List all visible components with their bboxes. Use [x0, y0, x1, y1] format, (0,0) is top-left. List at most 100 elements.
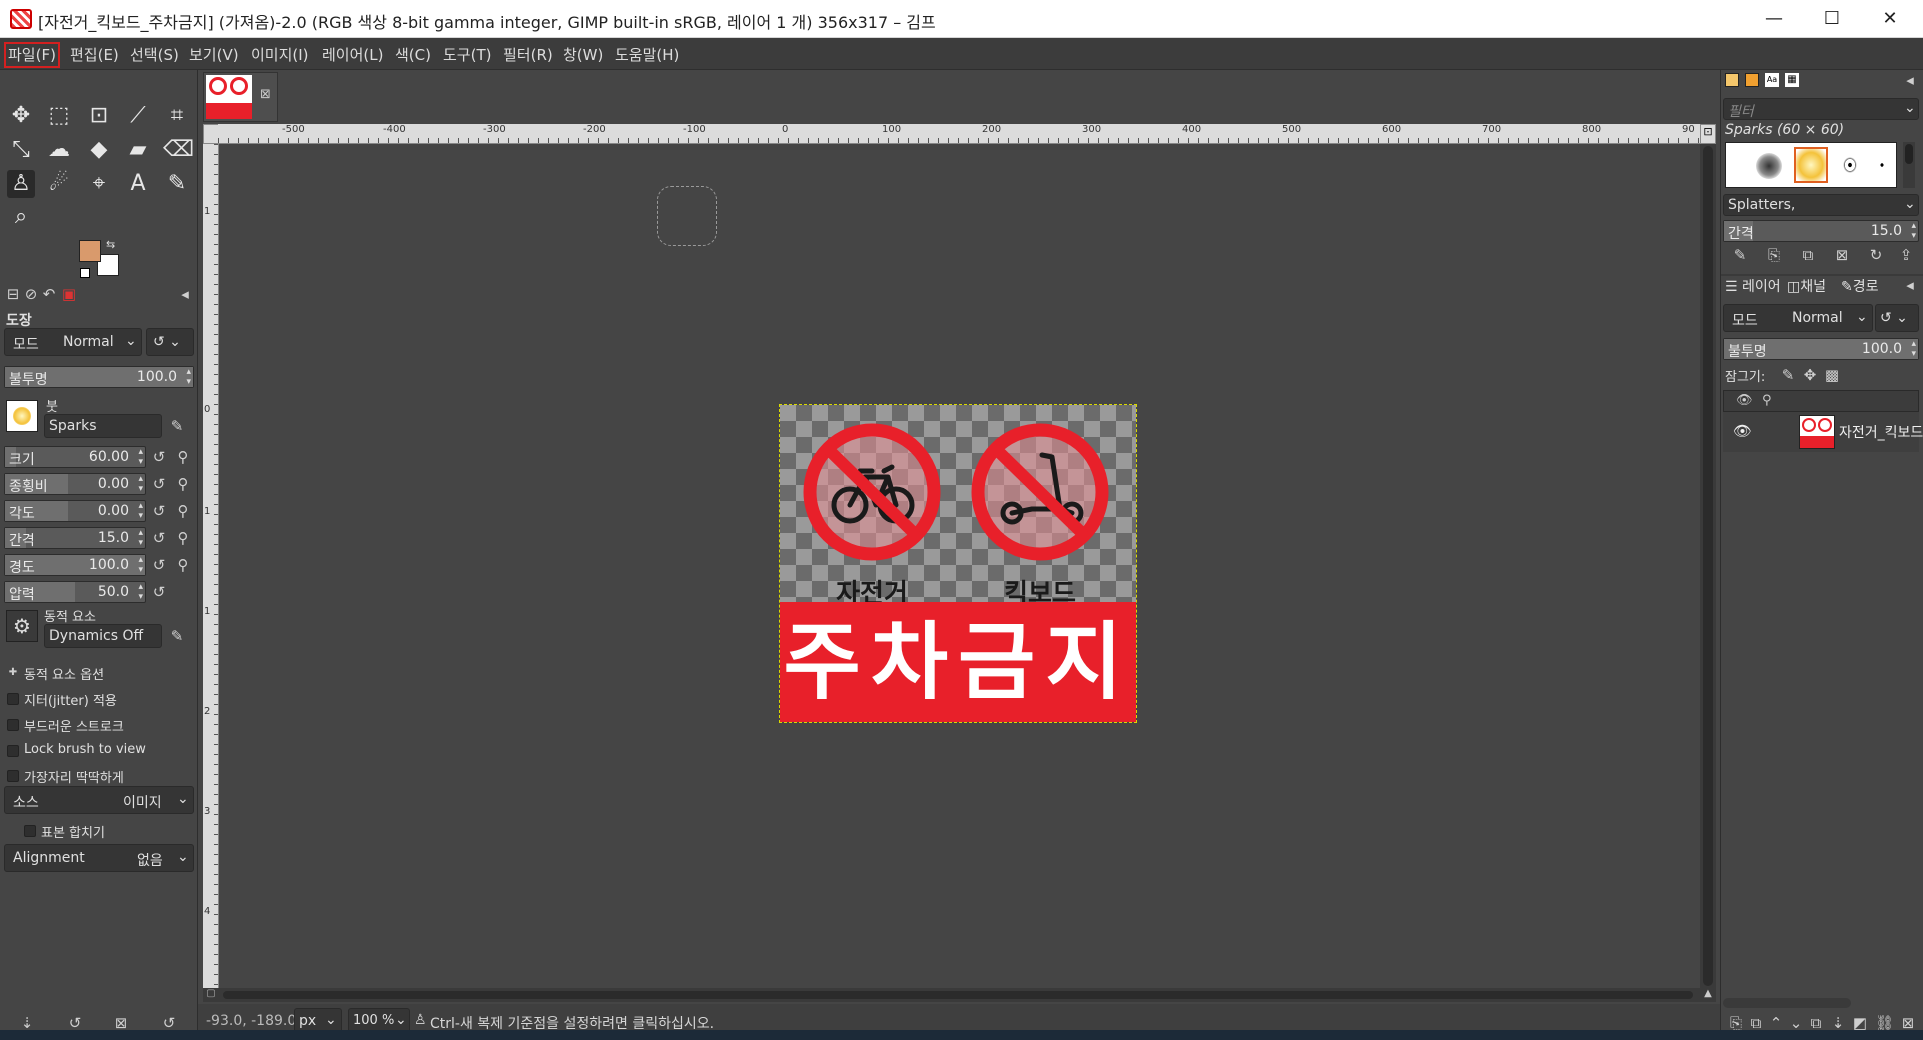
transform-icon[interactable]: ⤡ [7, 136, 35, 164]
measure-icon[interactable]: ⌖ [85, 170, 113, 198]
layer-mode-select[interactable]: 모드 Normal ⌄ [1723, 304, 1873, 332]
bucket-fill-icon[interactable]: ◆ [85, 136, 113, 164]
menu-file[interactable]: 파일(F) [4, 42, 60, 68]
layer-mode-reset-button[interactable]: ↺ ⌄ [1875, 304, 1919, 332]
close-button[interactable]: ✕ [1861, 0, 1919, 38]
menu-tools[interactable]: 도구(T) [441, 44, 493, 66]
tool-options-tab-icon[interactable]: ⊟ [4, 285, 22, 303]
edit-brush-icon[interactable]: ✎ [168, 417, 186, 435]
close-tab-icon[interactable]: ⊠ [260, 87, 271, 102]
eye-icon[interactable]: 👁 [1733, 422, 1752, 440]
horizontal-scrollbar[interactable] [219, 988, 1700, 1002]
eraser-icon[interactable]: ⌫ [163, 136, 194, 164]
patterns-tab-icon[interactable] [1745, 73, 1759, 87]
dock-menu-icon[interactable]: ◂ [1901, 71, 1919, 89]
reset-size-icon[interactable]: ↺ [150, 448, 168, 466]
quick-mask-icon[interactable]: ▢ [203, 988, 219, 1002]
menu-select[interactable]: 선택(S) [128, 44, 181, 66]
brushes-tab-icon[interactable] [1725, 73, 1739, 87]
clone-tool-icon[interactable]: ♙ [7, 170, 35, 198]
vertical-scrollbar[interactable] [1700, 144, 1716, 988]
menu-filters[interactable]: 필터(R) [501, 44, 555, 66]
new-brush-icon[interactable]: ⎘ [1765, 246, 1783, 264]
layer-opacity-slider[interactable]: 불투명 100.0 ▴ ▾ [1723, 338, 1919, 360]
crop-icon[interactable]: ⌗ [163, 102, 191, 130]
jitter-checkbox[interactable] [7, 693, 19, 705]
smooth-checkbox[interactable] [7, 719, 19, 731]
opacity-slider[interactable]: 불투명 100.0 ▴ ▾ [4, 366, 194, 388]
hardness-slider[interactable]: 경도 100.0 ▴ ▾ [4, 554, 146, 576]
link-angle-icon[interactable]: ⚲ [174, 502, 192, 520]
layers-tab[interactable]: ☰ 레이어 [1725, 276, 1787, 298]
warp-icon[interactable]: ☁ [45, 136, 73, 164]
menu-colors[interactable]: 색(C) [393, 44, 433, 66]
brush-tag-select[interactable]: Splatters, ⌄ [1723, 194, 1919, 216]
menu-help[interactable]: 도움말(H) [613, 44, 681, 66]
dock-menu-icon[interactable]: ◂ [176, 285, 194, 303]
link-spacing-icon[interactable]: ⚲ [174, 529, 192, 547]
lock-brush-checkbox[interactable] [7, 745, 19, 757]
source-select[interactable]: 소스 이미지 ⌄ [4, 786, 194, 814]
mode-select[interactable]: 모드 Normal ⌄ [4, 328, 142, 356]
brush-name-field[interactable]: Sparks [44, 414, 162, 438]
rect-select-icon[interactable]: ⬚ [45, 102, 73, 130]
lock-alpha-icon[interactable]: ▩ [1823, 366, 1841, 384]
image-canvas[interactable]: 자전거 킥보드 주차금지 [779, 404, 1137, 723]
lock-pixels-icon[interactable]: ✎ [1779, 366, 1797, 384]
horizontal-ruler[interactable]: -500 -400 -300 -200 -100 0 100 200 300 4… [218, 124, 1700, 144]
navigate-icon[interactable]: ▲ [1700, 988, 1716, 1002]
path-icon[interactable]: ⟋ [124, 102, 152, 130]
color-picker-icon[interactable]: ✎ [163, 170, 191, 198]
selected-brush[interactable] [1794, 147, 1828, 183]
zoom-tool-icon[interactable]: ⌕ [7, 203, 35, 231]
smudge-icon[interactable]: ☄ [45, 170, 73, 198]
reset-force-icon[interactable]: ↺ [150, 583, 168, 601]
delete-brush-icon[interactable]: ⊠ [1833, 246, 1851, 264]
link-hardness-icon[interactable]: ⚲ [174, 556, 192, 574]
channels-tab[interactable]: ◫채널 [1787, 276, 1839, 298]
brush-spacing-slider[interactable]: 간격 15.0 ▴ ▾ [1723, 220, 1919, 242]
reset-aspect-icon[interactable]: ↺ [150, 475, 168, 493]
size-slider[interactable]: 크기 60.00 ▴ ▾ [4, 446, 146, 468]
sample-merged-checkbox[interactable] [24, 825, 36, 837]
text-tool-icon[interactable]: A [124, 170, 152, 198]
dynamics-icon[interactable]: ⚙ [6, 610, 38, 642]
brush-filter-input[interactable]: 필터 ⌄ [1723, 98, 1919, 120]
aspect-slider[interactable]: 종횡비 0.00 ▴ ▾ [4, 473, 146, 495]
device-status-tab-icon[interactable]: ⊘ [22, 285, 40, 303]
gradient-icon[interactable]: ▰ [124, 136, 152, 164]
default-colors-icon[interactable] [80, 268, 90, 278]
fonts-tab-icon[interactable]: Aa [1765, 73, 1779, 87]
link-size-icon[interactable]: ⚲ [174, 448, 192, 466]
reset-spacing-icon[interactable]: ↺ [150, 529, 168, 547]
undo-history-tab-icon[interactable]: ↶ [40, 285, 58, 303]
fuzzy-select-icon[interactable]: ⊡ [85, 102, 113, 130]
angle-slider[interactable]: 각도 0.00 ▴ ▾ [4, 500, 146, 522]
reset-hardness-icon[interactable]: ↺ [150, 556, 168, 574]
edit-brush-icon[interactable]: ✎ [1731, 246, 1749, 264]
minimize-button[interactable]: — [1745, 0, 1803, 38]
layers-hscrollbar[interactable] [1723, 998, 1851, 1008]
brush-grid[interactable] [1725, 142, 1897, 188]
zoom-fit-icon[interactable]: ⊡ [1700, 124, 1716, 144]
images-tab-icon[interactable]: ▣ [60, 285, 78, 303]
edit-dynamics-icon[interactable]: ✎ [168, 627, 186, 645]
menu-view[interactable]: 보기(V) [187, 44, 241, 66]
paths-tab[interactable]: ✎경로 [1841, 276, 1899, 298]
vertical-ruler[interactable]: 1 0 1 1 2 3 4 [203, 144, 219, 988]
maximize-button[interactable]: ☐ [1803, 0, 1861, 38]
menu-edit[interactable]: 편집(E) [68, 44, 121, 66]
image-tab[interactable]: ⊠ [203, 72, 278, 122]
menu-image[interactable]: 이미지(I) [249, 44, 311, 66]
alignment-select[interactable]: Alignment 없음 ⌄ [4, 844, 194, 872]
open-brush-icon[interactable]: ⇪ [1897, 246, 1915, 264]
brush-preview[interactable] [6, 400, 38, 432]
hard-edge-checkbox[interactable] [7, 770, 19, 782]
brush-grid-scrollbar[interactable] [1903, 142, 1915, 188]
swap-colors-icon[interactable]: ⇆ [106, 238, 115, 251]
dynamics-field[interactable]: Dynamics Off [44, 624, 162, 648]
link-aspect-icon[interactable]: ⚲ [174, 475, 192, 493]
duplicate-brush-icon[interactable]: ⧉ [1799, 246, 1817, 264]
lock-position-icon[interactable]: ✥ [1801, 366, 1819, 384]
layer-row[interactable]: 👁 자전거_킥보드 [1723, 412, 1923, 452]
